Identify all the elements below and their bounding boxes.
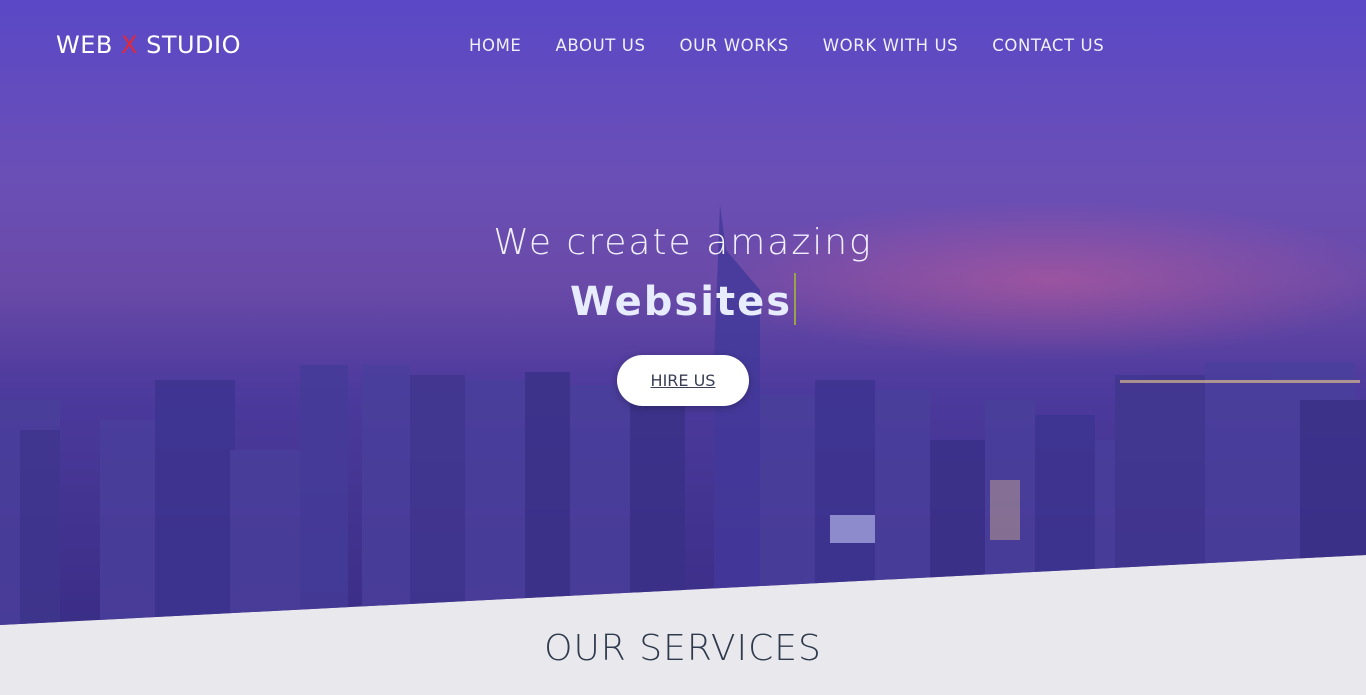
nav-home[interactable]: HOME [469, 36, 521, 55]
services-section-title: OUR SERVICES [544, 628, 822, 669]
logo-text-studio: STUDIO [137, 31, 241, 59]
typing-cursor [794, 273, 797, 325]
logo-text-web: WEB [56, 31, 121, 59]
top-navbar: WEB X STUDIO HOME ABOUT US OUR WORKS WOR… [0, 0, 1366, 92]
nav-contact-us[interactable]: CONTACT US [992, 36, 1104, 55]
hero-headline: We create amazing [493, 222, 873, 263]
nav-our-works[interactable]: OUR WORKS [680, 36, 789, 55]
nav-about-us[interactable]: ABOUT US [555, 36, 645, 55]
typed-word-text: Websites [569, 279, 793, 325]
nav-work-with-us[interactable]: WORK WITH US [823, 36, 959, 55]
logo-text-x: X [121, 31, 138, 59]
main-nav: HOME ABOUT US OUR WORKS WORK WITH US CON… [469, 36, 1138, 55]
hero-typed-word: Websites [0, 273, 1366, 325]
brand-logo[interactable]: WEB X STUDIO [56, 31, 241, 59]
hire-us-button[interactable]: HIRE US [617, 355, 749, 406]
